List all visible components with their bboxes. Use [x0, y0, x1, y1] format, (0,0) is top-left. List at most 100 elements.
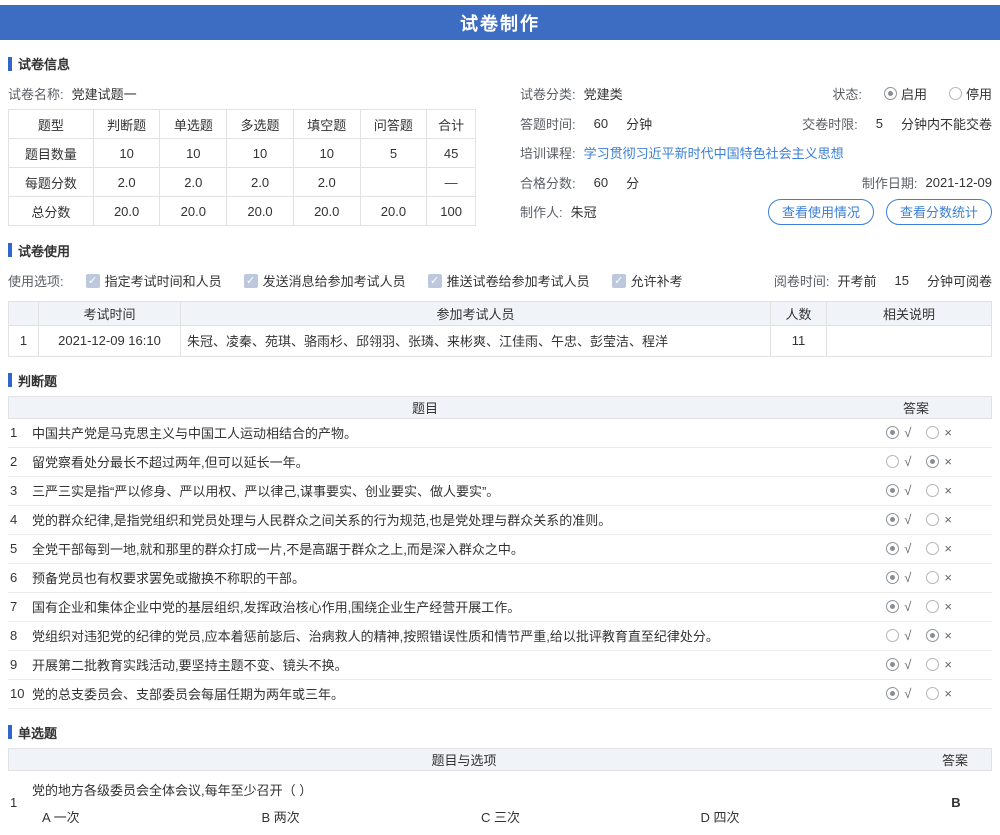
answer-radios: √×	[842, 599, 992, 614]
section-marker-icon	[8, 725, 12, 739]
option-item: A 一次	[42, 807, 262, 826]
answer-true-radio[interactable]	[886, 484, 899, 497]
checkbox-icon[interactable]: ✓	[612, 274, 626, 288]
schedule-row-participants: 朱冠、凌秦、苑琪、骆雨杉、邱翎羽、张璘、来彬爽、江佳雨、午忠、彭莹洁、程洋	[181, 325, 771, 356]
review-time-field: 阅卷时间: 开考前 15 分钟可阅卷	[774, 271, 992, 290]
answer-radios: √×	[842, 425, 992, 440]
summary-col-header: 多选题	[227, 110, 294, 139]
judge-question-row: 5全党干部每到一地,就和那里的群众打成一片,不是高踞于群众之上,而是深入群众之中…	[8, 535, 992, 564]
section-title-text: 判断题	[18, 371, 57, 390]
answer-true-radio[interactable]	[886, 542, 899, 555]
answer-false-radio[interactable]	[926, 600, 939, 613]
answer-radios: √×	[842, 570, 992, 585]
usage-options-list: ✓ 指定考试时间和人员 ✓发送消息给参加考试人员 ✓推送试卷给参加考试人员 ✓允许补考	[86, 271, 683, 290]
summary-cell: 20.0	[227, 197, 294, 226]
answer-true-radio[interactable]	[886, 658, 899, 671]
true-mark: √	[904, 425, 911, 440]
section-marker-icon	[8, 57, 12, 71]
answer-true-radio[interactable]	[886, 571, 899, 584]
false-mark: ×	[944, 541, 952, 556]
answer-false-radio[interactable]	[926, 687, 939, 700]
question-number: 3	[8, 483, 32, 498]
status-enabled-option[interactable]: 启用	[884, 84, 927, 103]
judge-question-row: 6预备党员也有权要求罢免或撤换不称职的干部。√×	[8, 564, 992, 593]
paper-category-value: 党建类	[584, 84, 623, 103]
answer-radios: √×	[842, 541, 992, 556]
paper-usage-section: 试卷使用 使用选项: ✓指定考试时间和人员✓发送消息给参加考试人员✓推送试卷给参…	[8, 241, 992, 357]
radio-icon[interactable]	[949, 87, 962, 100]
answer-radios: √×	[842, 628, 992, 643]
true-mark: √	[904, 512, 911, 527]
summary-col-header: 判断题	[93, 110, 160, 139]
question-number: 1	[8, 425, 32, 440]
question-text: 中国共产党是马克思主义与中国工人运动相结合的产物。	[32, 423, 842, 442]
view-usage-button[interactable]: 查看使用情况	[768, 199, 874, 225]
section-title-text: 单选题	[18, 723, 57, 742]
view-stats-button[interactable]: 查看分数统计	[886, 199, 992, 225]
usage-option-label: 指定考试时间和人员	[105, 271, 222, 290]
answer-time-field: 答题时间: 60 分钟	[520, 114, 652, 133]
answer-true-radio[interactable]	[886, 629, 899, 642]
summary-cell: 2.0	[227, 168, 294, 197]
answer-radios: √×	[842, 454, 992, 469]
answer-false-radio[interactable]	[926, 629, 939, 642]
false-mark: ×	[944, 570, 952, 585]
answer-true-radio[interactable]	[886, 513, 899, 526]
false-mark: ×	[944, 628, 952, 643]
judge-table-header: 题目 答案	[8, 396, 992, 419]
checkbox-icon[interactable]: ✓	[428, 274, 442, 288]
usage-option[interactable]: ✓ 指定考试时间和人员	[86, 271, 222, 290]
true-mark: √	[904, 454, 911, 469]
answer-column-header: 答案	[919, 750, 991, 769]
answer-true-radio[interactable]	[886, 600, 899, 613]
question-text: 留党察看处分最长不超过两年,但可以延长一年。	[32, 452, 842, 471]
answer-true-radio[interactable]	[886, 426, 899, 439]
false-mark: ×	[944, 599, 952, 614]
paper-name-value: 党建试题一	[72, 84, 137, 103]
paper-info-right: 试卷分类: 党建类 状态: 启用 停用	[478, 79, 992, 227]
course-link[interactable]: 学习贯彻习近平新时代中国特色社会主义思想	[584, 143, 844, 162]
answer-false-radio[interactable]	[926, 542, 939, 555]
answer-false-radio[interactable]	[926, 426, 939, 439]
status-enabled-label: 启用	[901, 84, 927, 103]
answer-false-radio[interactable]	[926, 455, 939, 468]
summary-col-header: 问答题	[360, 110, 427, 139]
question-column-header: 题目与选项	[9, 750, 919, 769]
answer-time-unit: 分钟	[626, 114, 652, 133]
checkbox-icon[interactable]: ✓	[244, 274, 258, 288]
question-number: 5	[8, 541, 32, 556]
single-choice-section: 单选题 题目与选项 答案 1党的地方各级委员会全体会议,每年至少召开（ ）A 一…	[8, 723, 992, 835]
answer-false-radio[interactable]	[926, 571, 939, 584]
usage-option[interactable]: ✓发送消息给参加考试人员	[244, 271, 406, 290]
summary-cell: 10	[93, 139, 160, 168]
radio-icon[interactable]	[884, 87, 897, 100]
true-mark: √	[904, 686, 911, 701]
question-text: 党的地方各级委员会全体会议,每年至少召开（ ）	[32, 776, 920, 803]
answer-false-radio[interactable]	[926, 658, 939, 671]
question-body: 党的地方各级委员会全体会议,每年至少召开（ ）A 一次B 两次C 三次D 四次	[32, 776, 920, 830]
answer-false-radio[interactable]	[926, 484, 939, 497]
question-text: 开展第二批教育实践活动,要坚持主题不变、镜头不换。	[32, 655, 842, 674]
answer-time-value: 60	[594, 116, 608, 131]
question-number: 10	[8, 686, 32, 701]
question-text: 党组织对违犯党的纪律的党员,应本着惩前毖后、治病救人的精神,按照错误性质和情节严…	[32, 626, 842, 645]
summary-col-header: 题型	[9, 110, 94, 139]
checkbox-icon[interactable]: ✓	[86, 274, 100, 288]
summary-table-row: 总分数20.020.020.020.020.0100	[9, 197, 476, 226]
usage-option[interactable]: ✓推送试卷给参加考试人员	[428, 271, 590, 290]
answer-true-radio[interactable]	[886, 455, 899, 468]
col-header-participants: 参加考试人员	[181, 301, 771, 325]
option-item: C 三次	[481, 807, 701, 826]
answer-letter: B	[920, 776, 992, 830]
paper-info-left: 试卷名称: 党建试题一 题型判断题单选题多选题填空题问答题合计 题目数量1010…	[8, 79, 478, 227]
summary-cell: 20.0	[360, 197, 427, 226]
answer-false-radio[interactable]	[926, 513, 939, 526]
answer-true-radio[interactable]	[886, 687, 899, 700]
creator-label: 制作人:	[520, 202, 563, 221]
single-choice-question-row: 1党的地方各级委员会全体会议,每年至少召开（ ）A 一次B 两次C 三次D 四次…	[8, 771, 992, 835]
status-disabled-option[interactable]: 停用	[949, 84, 992, 103]
summary-cell: 10	[293, 139, 360, 168]
usage-option[interactable]: ✓允许补考	[612, 271, 683, 290]
question-number: 6	[8, 570, 32, 585]
submit-limit-field: 交卷时限: 5 分钟内不能交卷	[802, 114, 992, 133]
